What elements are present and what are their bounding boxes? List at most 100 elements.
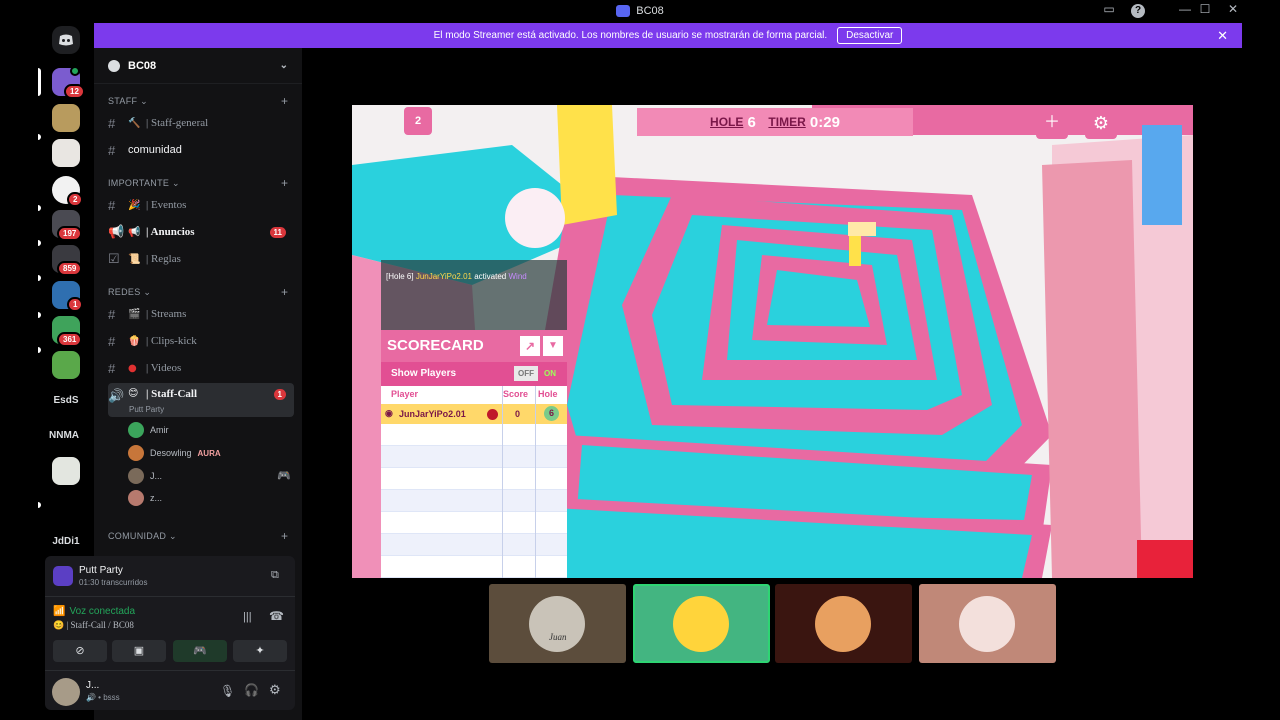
popout-icon[interactable]: ⧉ — [271, 569, 279, 582]
server-icon-13[interactable] — [52, 493, 80, 521]
avatar — [673, 596, 729, 652]
activity-button[interactable]: 🎮 — [173, 640, 227, 662]
toggle-on-button[interactable]: ON — [538, 366, 562, 381]
add-channel-icon[interactable]: + — [281, 94, 288, 108]
voice-channel-link[interactable]: 😊 | Staff-Call / BC08 — [53, 620, 134, 631]
category-staff[interactable]: STAFF ⌄ — [108, 96, 148, 107]
settings-gear-icon[interactable]: ⚙ — [269, 682, 281, 698]
channel-streams[interactable]: # 🎬 | Streams — [108, 303, 294, 325]
avatar — [959, 596, 1015, 652]
hash-icon: # — [108, 360, 116, 376]
megaphone-icon: 📢 — [108, 224, 125, 239]
channel-reglas[interactable]: ☑ 📜 | Reglas — [108, 248, 294, 270]
screen-share-icon[interactable]: ▭ — [1100, 2, 1118, 16]
avatar — [128, 490, 144, 506]
speaker-icon: 🔊 — [108, 388, 125, 403]
players-count-icon[interactable]: 2 — [404, 107, 432, 135]
voice-user[interactable]: Desowling AURA — [128, 443, 221, 463]
channel-videos[interactable]: # ● | Videos — [108, 357, 294, 379]
discord-logo-icon — [59, 34, 73, 46]
scorecard-panel: SCORECARD ↗ ▼ Show Players OFF ON Player… — [381, 330, 567, 578]
channel-clips-kick[interactable]: # 🍿 | Clips-kick — [108, 330, 294, 352]
expand-icon[interactable]: ↗ — [520, 336, 540, 356]
selected-server-pill — [38, 68, 41, 96]
server-icon-6[interactable]: 859 — [52, 245, 83, 276]
minimize-button[interactable]: — — [1176, 2, 1194, 16]
window-title: BC08 — [636, 5, 664, 17]
hole-timer-bar: HOLE 6 TIMER 0:29 — [637, 108, 913, 136]
server-icon-1[interactable]: 12 — [52, 66, 85, 99]
hash-icon: # — [108, 197, 116, 213]
close-window-button[interactable]: ✕ — [1224, 2, 1242, 16]
guild-icon — [108, 59, 120, 72]
app-icon — [616, 5, 631, 17]
chevron-down-icon[interactable]: ⌄ — [280, 60, 288, 71]
help-icon[interactable]: ? — [1131, 4, 1145, 18]
channel-anuncios[interactable]: 📢 📢 | Anuncios 11 — [108, 221, 294, 243]
microphone-icon[interactable]: 🎙 — [220, 684, 235, 698]
server-icon-3[interactable] — [52, 139, 80, 167]
server-icon-7[interactable]: 1 — [52, 281, 84, 312]
hammer-icon: 🔨 — [128, 117, 141, 129]
server-icon-14[interactable]: JdDi1 — [50, 536, 82, 547]
soundboard-button[interactable]: ✦ — [233, 640, 287, 662]
voice-user[interactable]: Amir — [128, 420, 169, 440]
player-color-dot — [487, 409, 498, 420]
camera-button[interactable]: ⊘ — [53, 640, 107, 662]
headphones-icon[interactable]: 🎧 — [244, 683, 259, 697]
add-channel-icon[interactable]: + — [281, 285, 288, 299]
add-channel-icon[interactable]: + — [281, 176, 288, 190]
soundboard-icon: ✦ — [255, 645, 265, 657]
collapse-icon[interactable]: ▼ — [543, 336, 563, 356]
voice-user[interactable]: z... — [128, 488, 162, 508]
maximize-button[interactable]: ☐ — [1196, 2, 1214, 16]
close-banner-icon[interactable]: ✕ — [1217, 28, 1228, 44]
category-importante[interactable]: IMPORTANTE ⌄ — [108, 178, 180, 189]
add-channel-icon[interactable]: + — [281, 529, 288, 543]
disable-streamer-button[interactable]: Desactivar — [837, 27, 903, 44]
server-icon-10[interactable]: EsdS — [50, 395, 82, 406]
toggle-off-button[interactable]: OFF — [514, 366, 538, 381]
camera-off-icon: ⊘ — [75, 645, 85, 657]
server-icon-5[interactable]: 197 — [52, 210, 83, 241]
category-redes[interactable]: REDES ⌄ — [108, 287, 151, 298]
channel-comunidad[interactable]: # comunidad — [108, 139, 294, 161]
red-circle-icon: ● — [128, 362, 137, 374]
popcorn-icon: 🍿 — [128, 335, 141, 347]
channel-eventos[interactable]: # 🎉 | Eventos — [108, 194, 294, 216]
game-event-log: [Hole 6] JunJarYiPo2.01 activated Wind — [381, 260, 567, 330]
participant-tile[interactable] — [775, 584, 912, 663]
disconnect-icon[interactable]: ☎ — [269, 609, 284, 623]
hash-icon: # — [108, 115, 116, 131]
hash-icon: # — [108, 333, 116, 349]
participant-tile[interactable]: Juan — [489, 584, 626, 663]
participant-tile-speaking[interactable] — [633, 584, 770, 663]
category-comunidad[interactable]: COMUNIDAD ⌄ — [108, 531, 177, 542]
discord-home-button[interactable] — [52, 26, 80, 54]
server-icon-11[interactable]: NNMA — [48, 430, 80, 441]
screenshare-button[interactable]: ▣ — [112, 640, 166, 662]
add-player-icon[interactable]: ＋ — [1036, 107, 1068, 139]
game-screen[interactable]: 2 HOLE 6 TIMER 0:29 ＋ ⚙ [Hole 6] JunJarY… — [352, 105, 1193, 578]
server-icon-12[interactable] — [52, 457, 80, 485]
guild-header[interactable]: BC08 ⌄ — [94, 48, 302, 84]
voice-user[interactable]: J... — [128, 466, 162, 486]
server-icon-9[interactable] — [52, 351, 80, 379]
server-icon-8[interactable]: 361 — [52, 316, 83, 347]
eye-icon: ◉ — [385, 408, 393, 418]
user-avatar[interactable] — [52, 678, 80, 706]
participant-tile[interactable] — [919, 584, 1056, 663]
activity-name: Putt Party — [79, 565, 123, 576]
channel-staff-general[interactable]: # 🔨 | Staff-general — [108, 112, 294, 134]
avatar — [529, 596, 585, 652]
hash-icon: # — [108, 142, 116, 158]
server-icon-2[interactable] — [52, 104, 80, 132]
game-settings-icon[interactable]: ⚙ — [1085, 107, 1117, 139]
server-icon-4[interactable]: 2 — [52, 176, 84, 207]
window-titlebar: BC08 ▭ ? — ☐ ✕ — [0, 0, 1280, 22]
avatar — [128, 445, 144, 461]
scorecard-columns: Player Score Hole — [391, 389, 558, 399]
noise-suppression-icon[interactable]: ||| — [243, 611, 252, 623]
scroll-icon: 📜 — [128, 253, 141, 265]
guild-name: BC08 — [128, 59, 157, 72]
